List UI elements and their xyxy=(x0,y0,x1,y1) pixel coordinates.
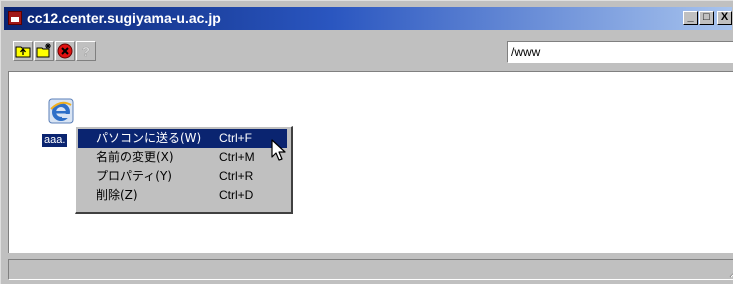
stop-icon xyxy=(57,43,73,59)
title-bar[interactable]: cc12.center.sugiyama-u.ac.jp _ □ X xyxy=(4,7,732,30)
file-name: aaa. xyxy=(42,134,68,147)
internet-explorer-icon xyxy=(48,98,74,124)
app-icon[interactable] xyxy=(8,11,22,25)
menu-item-label: 削除(Z) xyxy=(96,188,138,202)
menu-item-shortcut: Ctrl+F xyxy=(219,131,252,145)
new-folder-icon xyxy=(36,43,51,58)
minimize-button[interactable]: _ xyxy=(683,11,698,25)
app-window: cc12.center.sugiyama-u.ac.jp _ □ X ? /ww… xyxy=(0,0,733,284)
menu-item-send-to-pc[interactable]: パソコンに送る(W) Ctrl+F xyxy=(78,129,287,148)
up-folder-icon xyxy=(15,46,31,58)
menu-item-shortcut: Ctrl+D xyxy=(219,188,254,202)
context-menu: パソコンに送る(W) Ctrl+F 名前の変更(X) Ctrl+M プロパティ(… xyxy=(75,126,293,214)
maximize-button[interactable]: □ xyxy=(699,11,714,25)
menu-item-delete[interactable]: 削除(Z) Ctrl+D xyxy=(78,186,287,205)
window-title: cc12.center.sugiyama-u.ac.jp xyxy=(27,10,221,26)
toolbar: ? xyxy=(4,33,733,65)
menu-item-label: 名前の変更(X) xyxy=(96,150,174,164)
mouse-pointer-icon xyxy=(271,139,286,161)
menu-item-shortcut: Ctrl+R xyxy=(219,169,254,183)
help-button[interactable]: ? xyxy=(76,41,96,61)
close-button[interactable]: X xyxy=(717,11,732,25)
svg-text:?: ? xyxy=(82,44,90,59)
menu-item-label: プロパティ(Y) xyxy=(96,169,172,183)
up-folder-button[interactable] xyxy=(13,41,33,61)
status-bar xyxy=(8,259,733,280)
menu-item-rename[interactable]: 名前の変更(X) Ctrl+M xyxy=(78,148,287,167)
stop-button[interactable] xyxy=(55,41,75,61)
resize-grip-icon[interactable] xyxy=(727,266,733,278)
path-input[interactable] xyxy=(507,41,733,63)
menu-item-shortcut: Ctrl+M xyxy=(219,150,255,164)
menu-item-label: パソコンに送る(W) xyxy=(96,131,202,145)
menu-item-properties[interactable]: プロパティ(Y) Ctrl+R xyxy=(78,167,287,186)
new-folder-button[interactable] xyxy=(34,41,54,61)
help-icon: ? xyxy=(82,44,91,60)
